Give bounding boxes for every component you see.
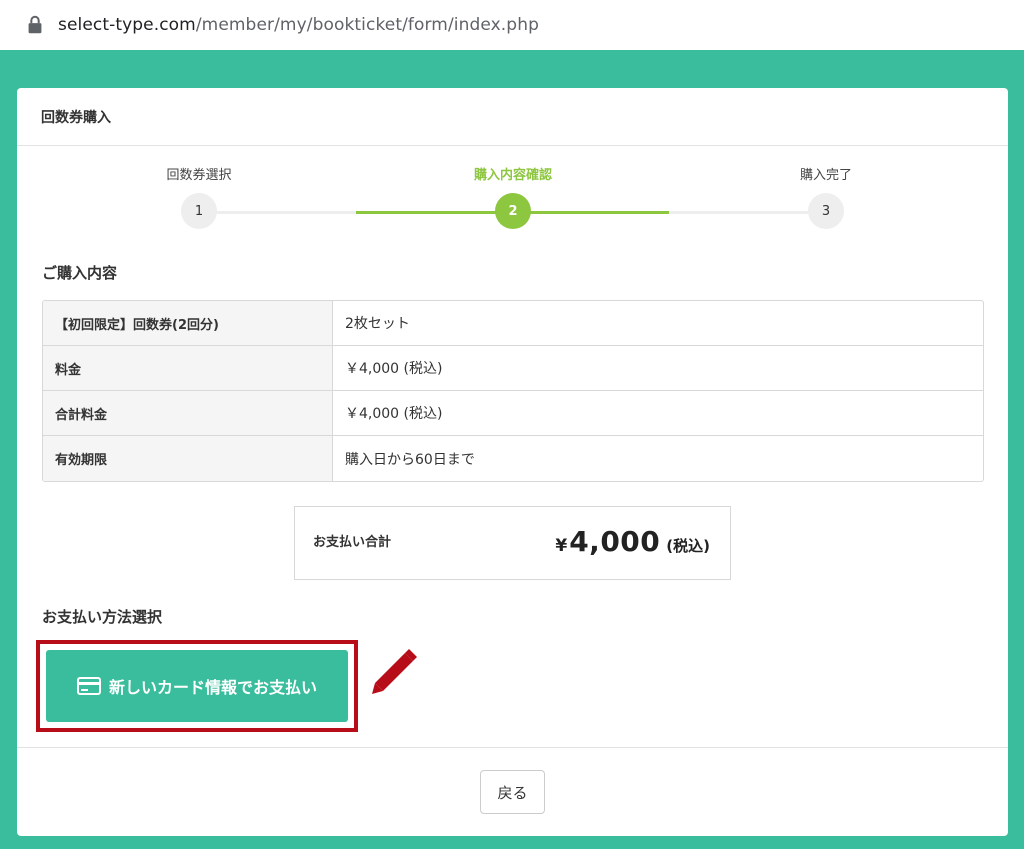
step-line-left	[198, 211, 358, 214]
table-row: 【初回限定】回数券(2回分) 2枚セット	[43, 301, 983, 346]
step-2-label: 購入内容確認	[473, 168, 553, 183]
purchase-details-table: 【初回限定】回数券(2回分) 2枚セット 料金 ￥4,000 (税込) 合計料金…	[42, 300, 984, 482]
row-value: ￥4,000 (税込)	[345, 406, 443, 422]
total-value: 4,000	[569, 525, 661, 558]
row-label: 合計料金	[43, 391, 333, 435]
row-label: 【初回限定】回数券(2回分)	[43, 301, 333, 345]
row-value: 購入日から60日まで	[345, 451, 475, 468]
back-button[interactable]: 戻る	[480, 770, 545, 814]
footer-divider	[17, 747, 1008, 748]
pay-button-label: 新しいカード情報でお支払い	[108, 678, 317, 697]
card-title: 回数券購入	[17, 88, 1008, 146]
new-card-pay-button[interactable]: 新しいカード情報でお支払い	[46, 650, 348, 722]
step-1-label: 回数券選択	[166, 168, 232, 183]
purchase-card: 回数券購入 回数券選択 1 購入内容確認 2 購入完了 3 ご購入内容 【初回限…	[17, 88, 1008, 836]
url-text: select-type.com/member/my/bookticket/for…	[58, 15, 539, 35]
credit-card-icon	[76, 677, 101, 695]
tax-note: (税込)	[666, 537, 710, 555]
lock-icon	[28, 15, 42, 34]
row-value: ￥4,000 (税込)	[345, 361, 443, 377]
row-label: 有効期限	[43, 436, 333, 481]
purchase-heading: ご購入内容	[42, 264, 118, 282]
step-2-circle: 2	[495, 193, 531, 229]
step-1-circle: 1	[181, 193, 217, 229]
currency-symbol: ¥	[555, 536, 568, 556]
payment-heading: お支払い方法選択	[42, 608, 163, 626]
table-row: 料金 ￥4,000 (税込)	[43, 346, 983, 391]
payment-total-box: お支払い合計 ¥ 4,000 (税込)	[294, 506, 731, 580]
table-row: 有効期限 購入日から60日まで	[43, 436, 983, 481]
step-line-right	[669, 211, 826, 214]
total-amount: ¥ 4,000 (税込)	[555, 525, 710, 558]
step-3-label: 購入完了	[799, 168, 853, 183]
pencil-icon	[372, 649, 417, 695]
total-label: お支払い合計	[313, 535, 392, 550]
browser-address-bar: select-type.com/member/my/bookticket/for…	[0, 0, 1024, 50]
row-value: 2枚セット	[345, 316, 410, 332]
step-3-circle: 3	[808, 193, 844, 229]
url-field[interactable]: select-type.com/member/my/bookticket/for…	[8, 7, 1016, 43]
table-row: 合計料金 ￥4,000 (税込)	[43, 391, 983, 436]
row-label: 料金	[43, 346, 333, 390]
